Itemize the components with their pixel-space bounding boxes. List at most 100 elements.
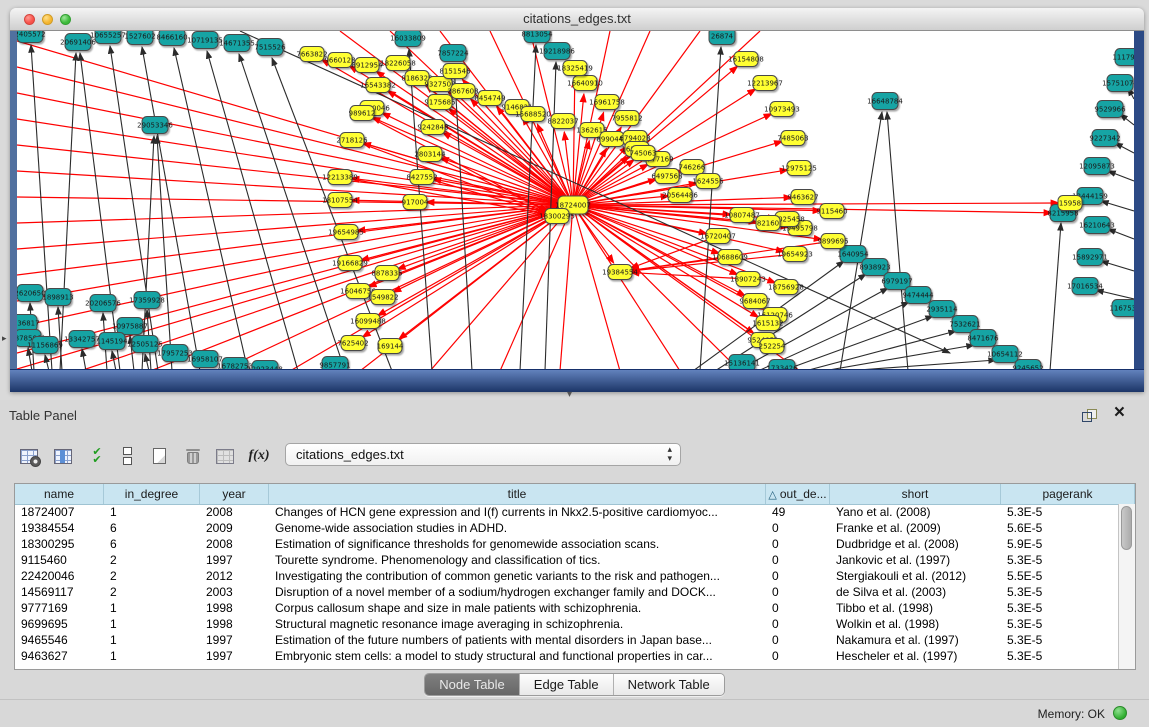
table-row[interactable]: 1830029562008Estimation of significance … (15, 536, 1119, 552)
table-row[interactable]: 2242004622012Investigating the contribut… (15, 568, 1119, 584)
column-header-year[interactable]: year (200, 484, 269, 504)
graph-node-label: 18107554 (322, 197, 358, 205)
table-cell: Changes of HCN gene expression and I(f) … (269, 504, 766, 520)
graph-node-label: 12213389 (322, 174, 358, 182)
graph-node-label: 1898913 (42, 294, 73, 302)
close-panel-icon[interactable]: × (1114, 402, 1125, 424)
table-cell: 0 (766, 648, 830, 664)
table-cell: 1997 (200, 552, 269, 568)
tab-edge-table[interactable]: Edge Table (520, 674, 614, 695)
graph-node-label: 10975887 (112, 323, 148, 331)
table-cell: 2 (104, 584, 200, 600)
vertical-scrollbar[interactable] (1118, 504, 1135, 669)
table-row[interactable]: 946362711997Embryonic stem cells: a mode… (15, 648, 1119, 664)
graph-node-label: 169144 (377, 343, 404, 351)
table-cell: Tibbo et al. (1998) (830, 600, 1001, 616)
new-column-icon[interactable] (146, 442, 172, 470)
memory-status-led[interactable] (1113, 706, 1127, 720)
graph-node-label: 1527602 (124, 33, 155, 41)
table-row[interactable]: 977716911998Corpus callosum shape and si… (15, 600, 1119, 616)
function-builder-icon[interactable]: f(x) (246, 442, 272, 470)
table-mode-icon[interactable] (16, 442, 42, 470)
table-cell: 5.5E-5 (1001, 568, 1119, 584)
table-cell: 5.3E-5 (1001, 648, 1119, 664)
table-selector-dropdown[interactable]: citations_edges.txt ▴▾ (285, 443, 681, 466)
graph-node-label: 8454749 (474, 95, 505, 103)
table-cell: 2003 (200, 584, 269, 600)
table-cell: Tourette syndrome. Phenomenology and cla… (269, 552, 766, 568)
graph-node-label: 18226058 (380, 60, 416, 68)
graph-node-label: 9115460 (816, 208, 847, 216)
window-frame-bottom (10, 369, 1144, 392)
delete-column-icon[interactable] (180, 442, 206, 470)
graph-node-label: 12213967 (747, 80, 783, 88)
window-titlebar[interactable]: citations_edges.txt (10, 8, 1144, 31)
table-cell: 2 (104, 552, 200, 568)
graph-node-label: 14671355 (219, 40, 255, 48)
table-row[interactable]: 1872400712008Changes of HCN gene express… (15, 504, 1119, 520)
graph-edge (1101, 201, 1134, 211)
column-header-out_de[interactable]: △out_de... (766, 484, 830, 504)
column-header-pagerank[interactable]: pagerank (1001, 484, 1135, 504)
graph-node-label: 12975125 (781, 165, 817, 173)
tab-node-table[interactable]: Node Table (425, 674, 520, 695)
graph-edge (573, 205, 680, 371)
table-panel: Table Panel × ✔✔ f(x) citations_edges.tx… (0, 400, 1149, 727)
table-row[interactable]: 969969511998Structural magnetic resonanc… (15, 616, 1119, 632)
graph-node-label: 9136817 (17, 320, 40, 328)
table-cell: 2008 (200, 536, 269, 552)
float-panel-icon[interactable] (1082, 409, 1097, 422)
network-graph[interactable]: 1872400719384554183002959115460224200469… (17, 31, 1134, 371)
graph-node-label: 9529966 (1094, 106, 1126, 114)
table-cell: 19384554 (15, 520, 104, 536)
graph-node-label: 16543382 (360, 82, 396, 90)
table-row[interactable]: 1456911722003Disruption of a novel membe… (15, 584, 1119, 600)
graph-node-label: 745063 (630, 150, 657, 158)
graph-edge (17, 67, 573, 205)
graph-edge (363, 143, 573, 205)
table-cell: 5.3E-5 (1001, 632, 1119, 648)
network-canvas[interactable]: 1872400719384554183002959115460224200469… (17, 31, 1134, 371)
graph-node-label: 26874 (711, 33, 734, 41)
graph-edge (28, 348, 32, 371)
graph-node-label: 20564486 (662, 192, 698, 200)
panel-splitter-arrow[interactable]: ▾ (567, 391, 572, 399)
column-header-name[interactable]: name (15, 484, 104, 504)
graph-edge (1108, 171, 1134, 181)
table-cell: 9115460 (15, 552, 104, 568)
graph-node-label: 18907243 (730, 276, 766, 284)
table-row[interactable]: 946554611997Estimation of the future num… (15, 632, 1119, 648)
table-cell: Stergiakouli et al. (2012) (830, 568, 1001, 584)
table-cell: 1998 (200, 616, 269, 632)
column-header-title[interactable]: title (269, 484, 766, 504)
column-header-short[interactable]: short (830, 484, 1001, 504)
tab-network-table[interactable]: Network Table (614, 674, 724, 695)
table-cell: 0 (766, 520, 830, 536)
scrollbar-thumb[interactable] (1121, 506, 1132, 550)
show-columns-icon[interactable] (50, 442, 76, 470)
row-height-icon[interactable] (114, 442, 140, 470)
table-cell: Genome-wide association studies in ADHD. (269, 520, 766, 536)
graph-edge (60, 53, 76, 371)
graph-node-label: 9227342 (1089, 135, 1120, 143)
graph-node-label: 8466160 (156, 34, 187, 42)
table-tabs: Node TableEdge TableNetwork Table (0, 673, 1149, 695)
table-cell: 22420046 (15, 568, 104, 584)
column-header-in_degree[interactable]: in_degree (104, 484, 200, 504)
graph-node-label: 9175685 (424, 99, 455, 107)
graph-node-label: 1615132 (752, 320, 783, 328)
table-row[interactable]: 911546021997Tourette syndrome. Phenomeno… (15, 552, 1119, 568)
table-cell: Franke et al. (2009) (830, 520, 1001, 536)
graph-node-label: 1145194 (96, 338, 128, 346)
graph-node-label: 10654112 (987, 351, 1023, 359)
table-row[interactable]: 1938455462009Genome-wide association stu… (15, 520, 1119, 536)
graph-node-label: 16648784 (867, 98, 903, 106)
table-cell: 18724007 (15, 504, 104, 520)
graph-node-label: 82160 (757, 220, 779, 228)
left-panel-collapse-arrow[interactable]: ▸ (2, 333, 7, 344)
select-all-rows-icon[interactable]: ✔✔ (84, 442, 110, 470)
delete-table-icon[interactable] (212, 442, 238, 470)
graph-node-label: 8878335 (371, 270, 402, 278)
table-cell: 1 (104, 616, 200, 632)
graph-node-label: 6497568 (651, 173, 682, 181)
